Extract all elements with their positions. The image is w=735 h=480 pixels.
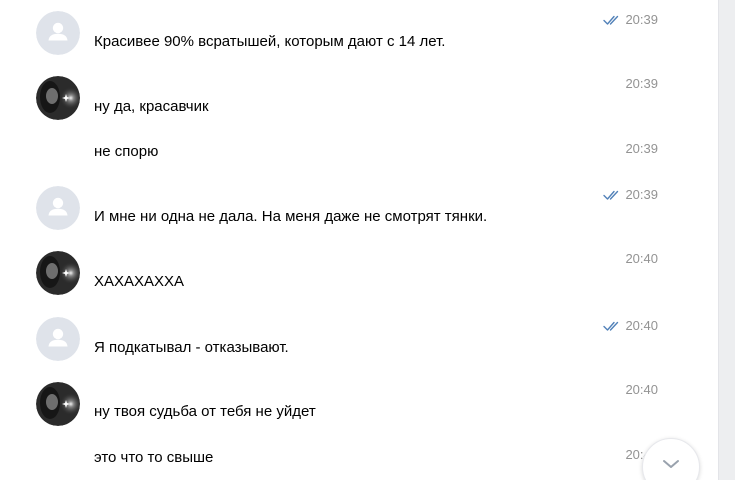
message-item[interactable]: Я подкатывал - отказывают. 20:40 xyxy=(0,308,718,374)
double-check-icon xyxy=(603,14,622,26)
message-time[interactable]: 20:39 xyxy=(625,12,658,28)
message-meta: 20:40 xyxy=(603,318,658,334)
chevron-down-icon xyxy=(663,460,679,468)
message-meta: 20:39 xyxy=(603,12,658,28)
sender-avatar[interactable] xyxy=(36,382,80,426)
message-item[interactable]: ну твоя судьба от тебя не уйдет 20:40 xyxy=(0,374,718,440)
sender-avatar[interactable] xyxy=(36,251,80,295)
photo-avatar-icon xyxy=(36,251,80,295)
self-avatar[interactable] xyxy=(36,317,80,361)
self-avatar[interactable] xyxy=(36,11,80,55)
message-item[interactable]: не спорю 20:39 xyxy=(0,132,718,176)
message-history[interactable]: Красивее 90% всратышей, которым дают с 1… xyxy=(0,0,735,480)
sender-avatar[interactable] xyxy=(36,76,80,120)
message-item[interactable]: ну да, красавчик 20:39 xyxy=(0,66,718,132)
message-item[interactable]: Красивее 90% всратышей, которым дают с 1… xyxy=(0,0,718,66)
message-item[interactable]: ХАХАХАХХА 20:40 xyxy=(0,242,718,308)
message-text: Красивее 90% всратышей, которым дают с 1… xyxy=(94,33,446,50)
message-time[interactable]: 20:39 xyxy=(625,141,658,157)
default-user-avatar-icon xyxy=(36,317,80,361)
message-meta: 20:39 xyxy=(625,141,658,157)
self-avatar[interactable] xyxy=(36,186,80,230)
message-time[interactable]: 20:40 xyxy=(625,318,658,334)
message-text: ну да, красавчик xyxy=(94,98,209,115)
message-meta: 20:40 xyxy=(625,382,658,398)
message-time[interactable]: 20:40 xyxy=(625,382,658,398)
message-meta: 20:40 xyxy=(625,251,658,267)
message-time[interactable]: 20:39 xyxy=(625,187,658,203)
message-meta: 20:39 xyxy=(603,187,658,203)
message-time[interactable]: 20:40 xyxy=(625,251,658,267)
scrollbar-track[interactable] xyxy=(718,0,735,480)
message-text: это что то свыше xyxy=(94,449,214,466)
message-text: Я подкатывал - отказывают. xyxy=(94,339,289,356)
photo-avatar-icon xyxy=(36,76,80,120)
message-time[interactable]: 20:39 xyxy=(625,76,658,92)
message-text: И мне ни одна не дала. На меня даже не с… xyxy=(94,208,488,225)
default-user-avatar-icon xyxy=(36,186,80,230)
message-item[interactable]: И мне ни одна не дала. На меня даже не с… xyxy=(0,176,718,242)
message-meta: 20:39 xyxy=(625,76,658,92)
photo-avatar-icon xyxy=(36,382,80,426)
message-text: ну твоя судьба от тебя не уйдет xyxy=(94,403,316,420)
message-text: ХАХАХАХХА xyxy=(94,273,185,290)
message-text: не спорю xyxy=(94,143,159,160)
default-user-avatar-icon xyxy=(36,11,80,55)
double-check-icon xyxy=(603,320,622,332)
message-item[interactable]: это что то свыше 20:40 xyxy=(0,440,718,480)
double-check-icon xyxy=(603,189,622,201)
